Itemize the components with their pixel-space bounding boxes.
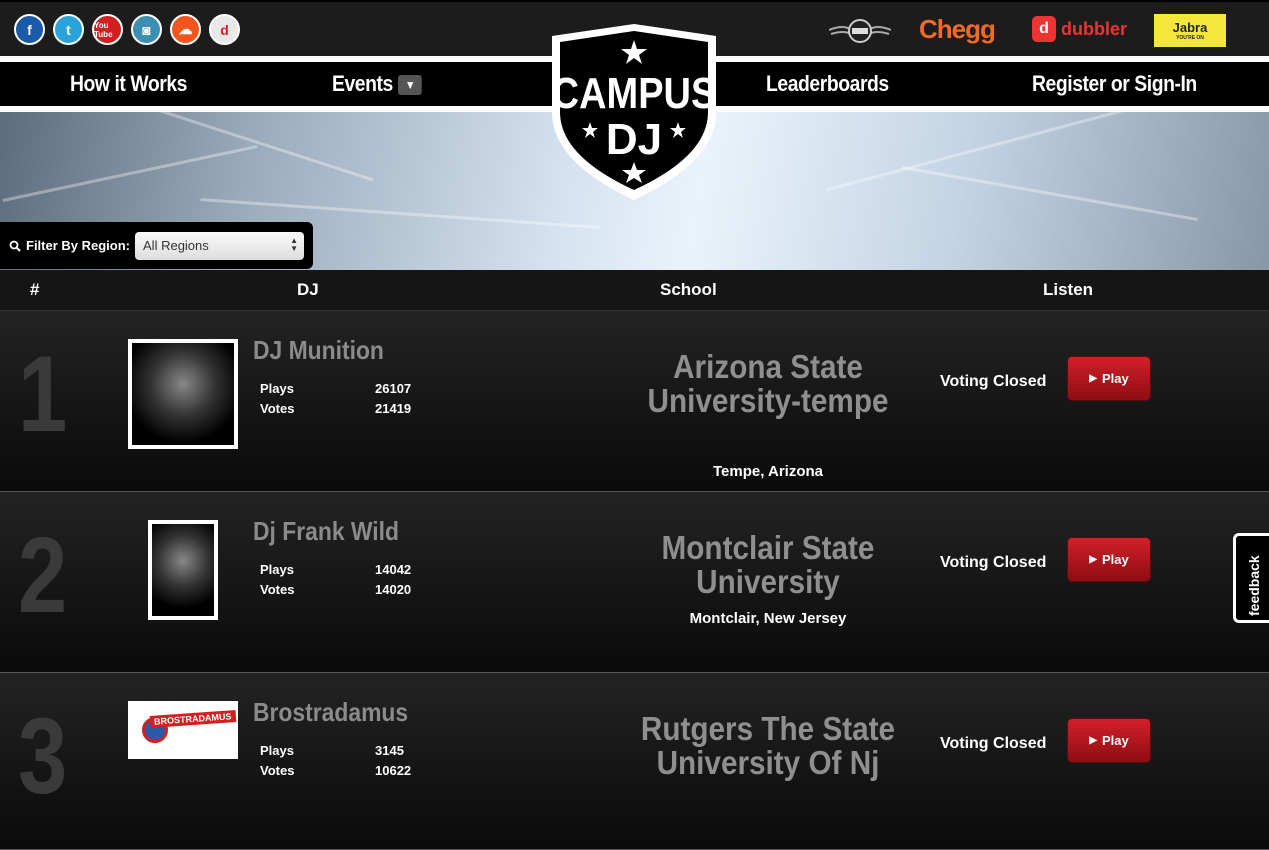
school-name: Rutgers The State University Of Nj xyxy=(640,710,896,781)
play-label: Play xyxy=(1101,733,1129,748)
plays-label: Plays xyxy=(260,743,294,758)
leaderboard-header: # DJ School Listen xyxy=(0,270,1269,311)
voting-status: Voting Closed xyxy=(940,554,1047,571)
rank-number: 1 xyxy=(18,333,68,454)
header-dj: DJ xyxy=(297,280,319,299)
campus-dj-logo[interactable]: CAMPUS DJ xyxy=(546,22,722,204)
votes-label: Votes xyxy=(260,582,295,597)
voting-status: Voting Closed xyxy=(940,735,1047,752)
votes-value: 14020 xyxy=(375,582,412,597)
table-row: 1 DJ Munition Plays 26107 Votes 21419 Ar… xyxy=(0,311,1269,492)
dj-photo[interactable] xyxy=(128,339,238,449)
play-label: Play xyxy=(1101,552,1129,567)
votes-value: 21419 xyxy=(375,401,412,416)
chegg-logo[interactable]: Chegg xyxy=(919,14,996,45)
search-icon xyxy=(9,240,21,252)
table-row: 2 Dj Frank Wild Plays 14042 Votes 14020 … xyxy=(0,492,1269,673)
dj-photo[interactable]: BROSTRADAMUS xyxy=(128,701,238,759)
play-icon: ▶ xyxy=(1089,735,1097,746)
rank-number: 2 xyxy=(18,514,68,635)
dj-name[interactable]: DJ Munition xyxy=(253,335,384,366)
school-location: Montclair, New Jersey xyxy=(689,610,847,627)
twitter-icon[interactable]: t xyxy=(53,14,84,45)
filter-label: Filter By Region: xyxy=(26,238,131,253)
votes-label: Votes xyxy=(260,763,295,778)
plays-label: Plays xyxy=(260,381,294,396)
jabra-logo-text: Jabra xyxy=(1172,19,1208,35)
votes-value: 10622 xyxy=(375,763,412,778)
table-row: 3 BROSTRADAMUS Brostradamus Plays 3145 V… xyxy=(0,673,1269,850)
soundcloud-icon[interactable]: ☁ xyxy=(170,14,201,45)
youtube-icon[interactable]: You Tube xyxy=(92,14,123,45)
header-listen: Listen xyxy=(1043,280,1094,299)
feedback-label: feedback xyxy=(1246,555,1262,616)
nav-how-it-works[interactable]: How it Works xyxy=(70,71,187,97)
play-button[interactable]: ▶ Play xyxy=(1068,357,1150,400)
dj-photo[interactable] xyxy=(148,520,218,620)
nav-events-label: Events xyxy=(332,71,393,96)
select-arrows-icon: ▲ ▼ xyxy=(290,235,299,253)
plays-value: 3145 xyxy=(375,743,404,758)
region-filter: Filter By Region: All Regions ▲ ▼ xyxy=(0,222,313,269)
plays-value: 26107 xyxy=(375,381,412,396)
header-school: School xyxy=(660,280,717,299)
jabra-logo[interactable]: Jabra YOU'RE ON xyxy=(1154,14,1226,47)
logo-line1: CAMPUS xyxy=(552,69,717,118)
region-select-value: All Regions xyxy=(143,238,209,253)
dubbler-logo-icon: d xyxy=(1032,16,1056,42)
plays-label: Plays xyxy=(260,562,294,577)
dubbler-icon[interactable]: d xyxy=(209,14,240,45)
mini-logo[interactable] xyxy=(829,18,891,44)
feedback-tab[interactable]: feedback xyxy=(1233,533,1269,623)
play-button[interactable]: ▶ Play xyxy=(1068,719,1150,762)
school-name: Montclair State University xyxy=(661,529,875,600)
play-label: Play xyxy=(1101,371,1129,386)
brostradamus-logo-text: BROSTRADAMUS xyxy=(149,710,236,728)
dubbler-logo-text: dubbler xyxy=(1061,18,1127,39)
voting-status: Voting Closed xyxy=(940,373,1047,390)
nav-events[interactable]: Events ▼ xyxy=(332,71,422,97)
plays-value: 14042 xyxy=(375,562,412,577)
jabra-tagline: YOU'RE ON xyxy=(1176,34,1204,41)
rank-number: 3 xyxy=(18,695,68,816)
dubbler-logo[interactable]: d dubbler xyxy=(1032,16,1127,42)
nav-register-sign-in[interactable]: Register or Sign-In xyxy=(1032,71,1197,97)
chevron-down-icon[interactable]: ▼ xyxy=(398,75,422,96)
votes-label: Votes xyxy=(260,401,295,416)
play-icon: ▶ xyxy=(1089,554,1097,565)
school-name: Arizona State University-tempe xyxy=(647,348,889,419)
play-button[interactable]: ▶ Play xyxy=(1068,538,1150,581)
social-links: f t You Tube ◙ ☁ d xyxy=(14,14,240,45)
instagram-icon[interactable]: ◙ xyxy=(131,14,162,45)
school-location: Tempe, Arizona xyxy=(712,463,824,480)
play-icon: ▶ xyxy=(1089,373,1097,384)
header-rank: # xyxy=(30,280,40,299)
facebook-icon[interactable]: f xyxy=(14,14,45,45)
nav-leaderboards[interactable]: Leaderboards xyxy=(766,71,889,97)
region-select[interactable]: All Regions ▲ ▼ xyxy=(135,231,305,260)
dj-name[interactable]: Dj Frank Wild xyxy=(253,516,399,547)
dj-name[interactable]: Brostradamus xyxy=(253,697,408,728)
logo-line2: DJ xyxy=(606,115,662,164)
